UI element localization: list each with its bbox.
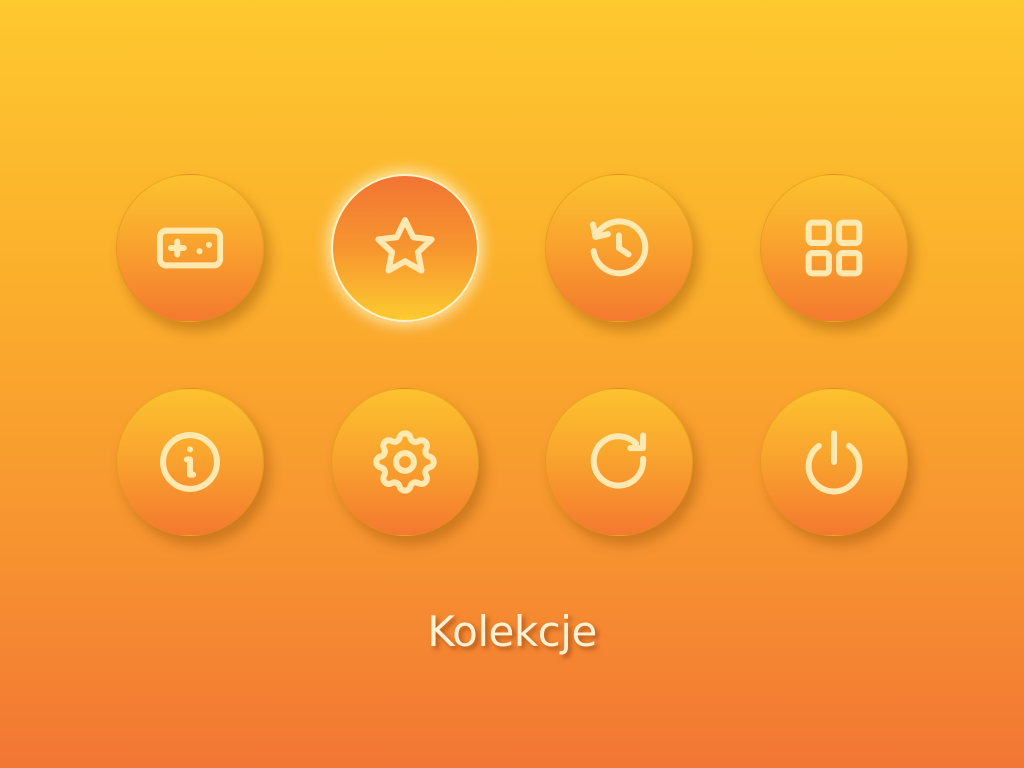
games-button[interactable] bbox=[116, 174, 264, 322]
grid-icon bbox=[805, 219, 863, 277]
refresh-icon bbox=[590, 432, 647, 489]
history-button[interactable] bbox=[545, 174, 693, 322]
settings-button[interactable] bbox=[331, 388, 479, 536]
info-button[interactable] bbox=[116, 388, 264, 536]
history-icon bbox=[590, 218, 649, 277]
collections-button[interactable] bbox=[760, 174, 908, 322]
info-icon bbox=[160, 432, 220, 492]
gear-icon bbox=[373, 430, 437, 494]
power-icon bbox=[805, 430, 863, 495]
star-icon bbox=[375, 217, 435, 274]
gamepad-icon bbox=[156, 227, 224, 269]
power-button[interactable] bbox=[760, 388, 908, 536]
favorites-button[interactable] bbox=[331, 174, 479, 322]
refresh-button[interactable] bbox=[545, 388, 693, 536]
selected-item-caption: Kolekcje bbox=[427, 607, 597, 656]
